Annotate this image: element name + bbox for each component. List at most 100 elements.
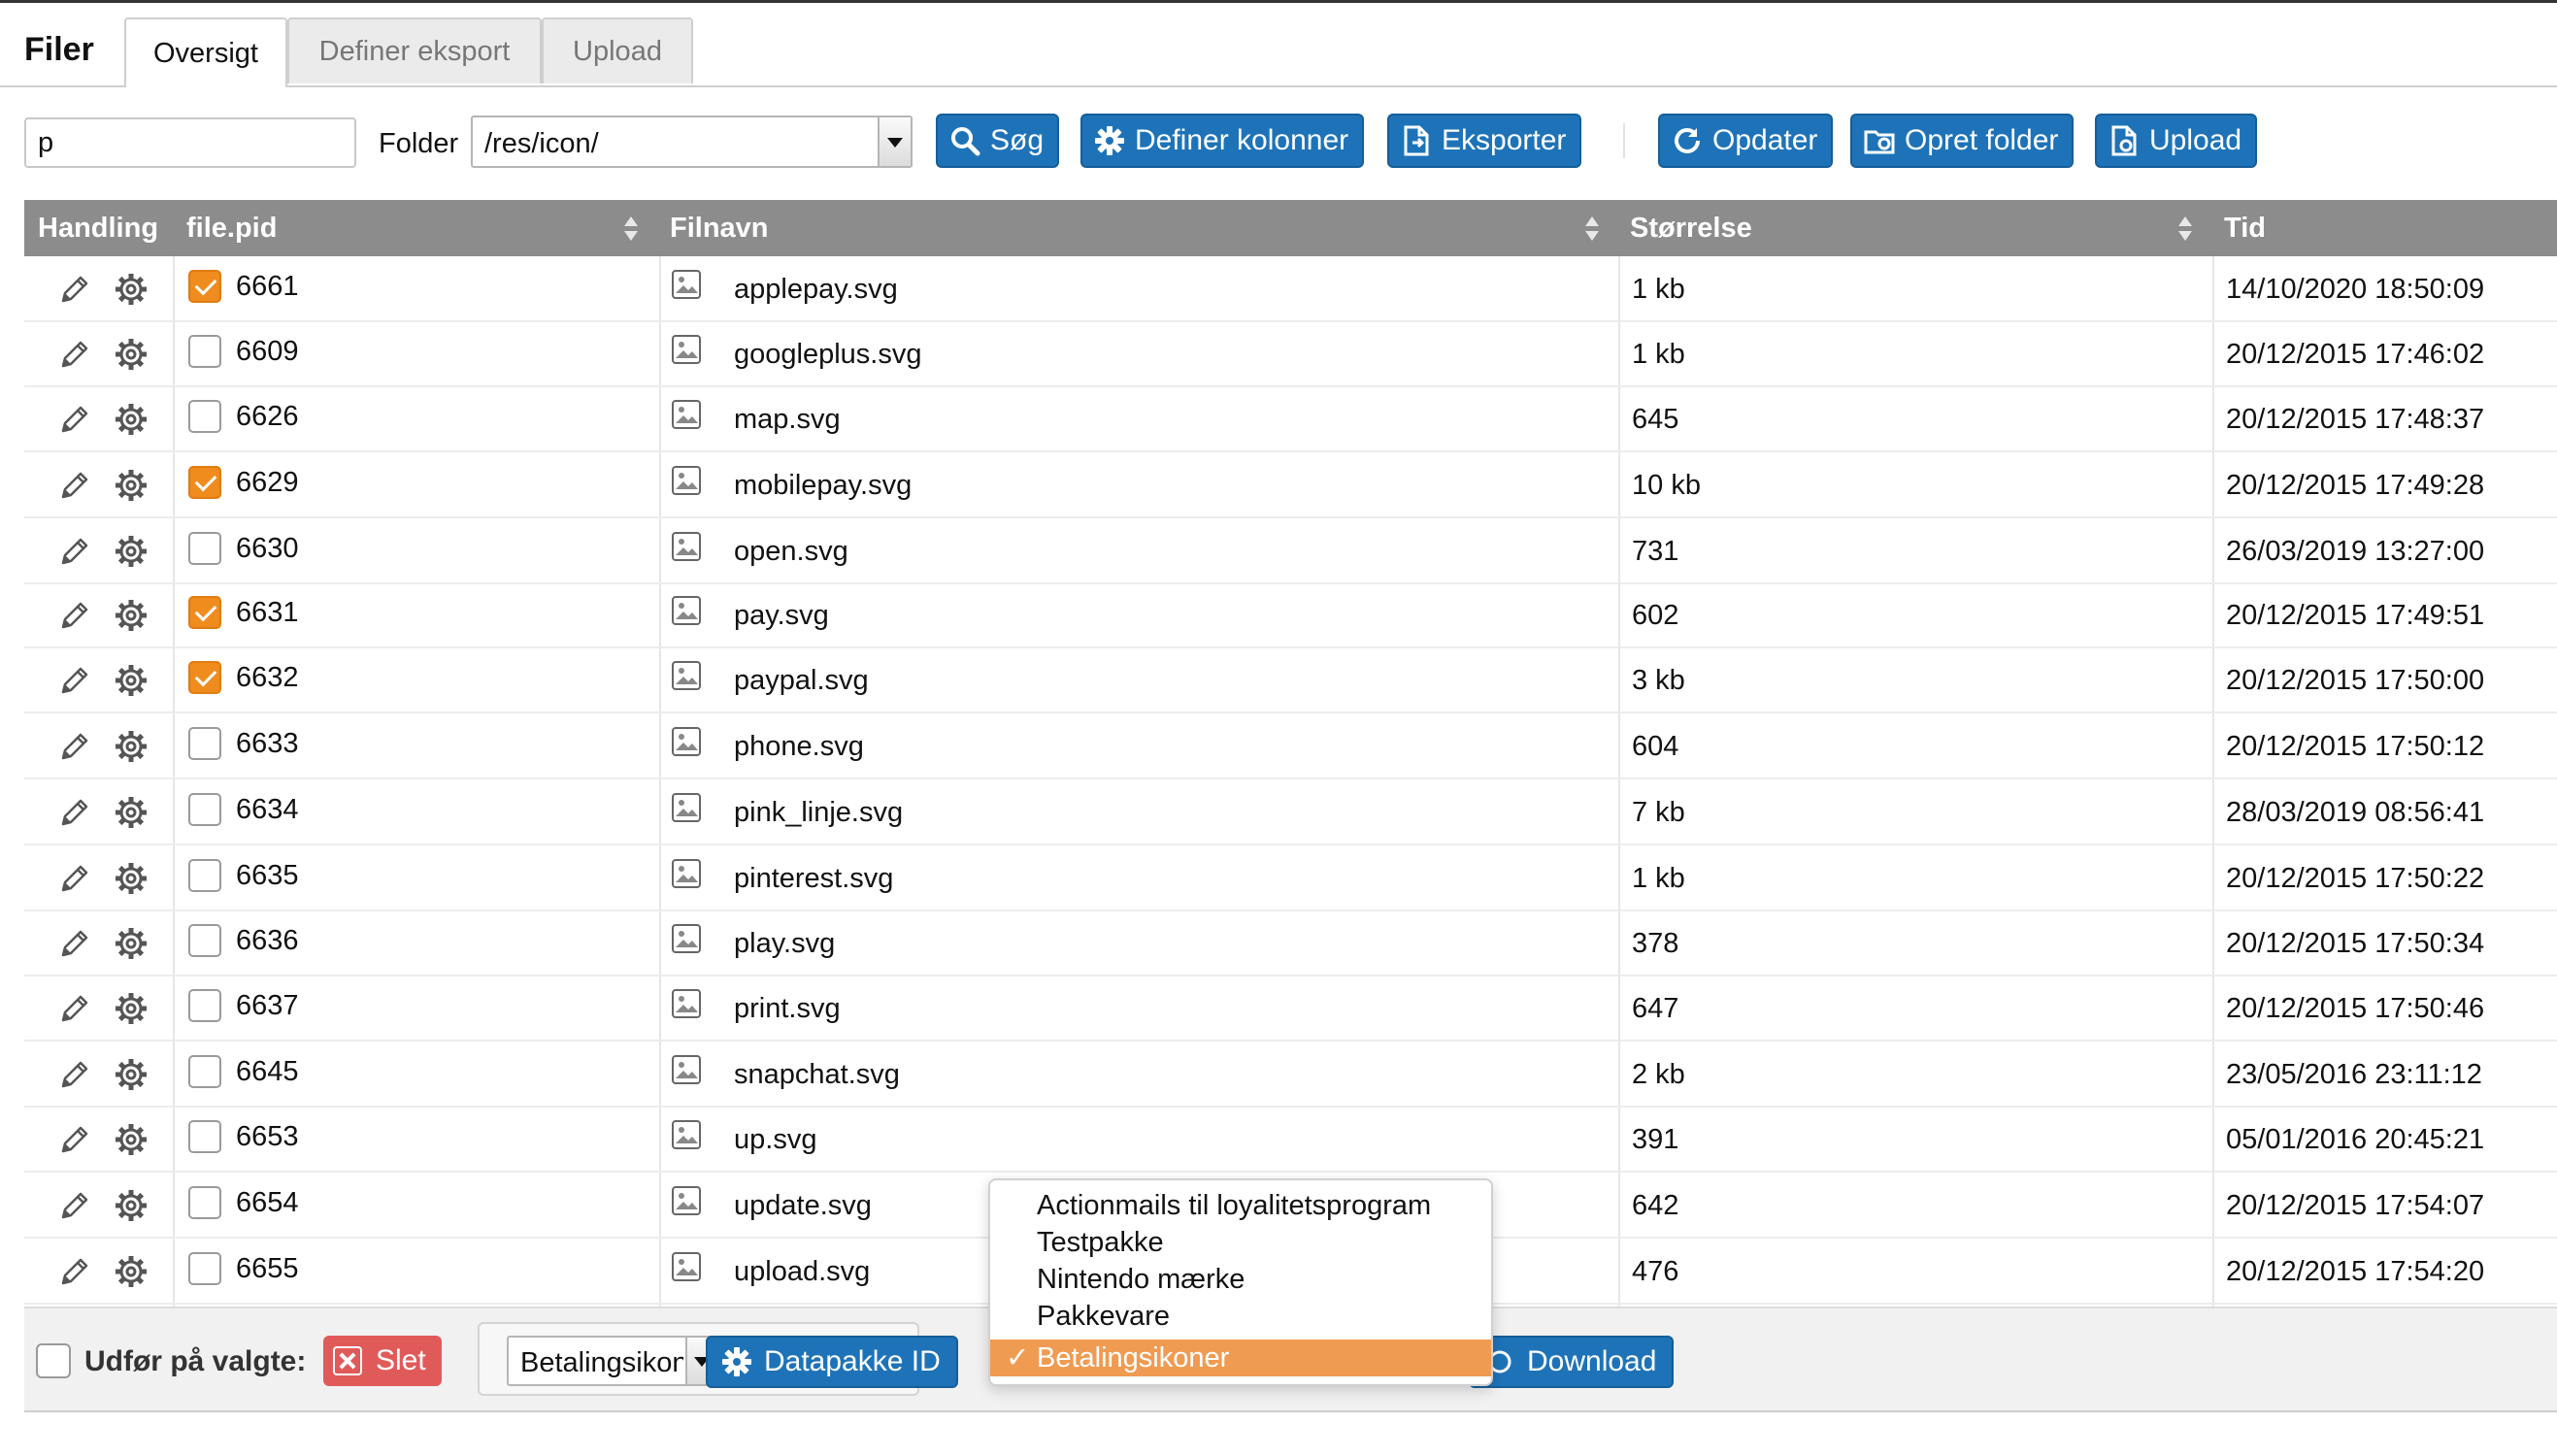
delete-button[interactable]: Slet — [323, 1336, 442, 1386]
pencil-icon[interactable] — [57, 1057, 92, 1092]
file-name[interactable]: pinterest.svg — [734, 863, 893, 895]
dropdown-option[interactable]: Testpakke — [990, 1224, 1491, 1261]
pencil-icon[interactable] — [57, 402, 92, 437]
gear-icon[interactable] — [112, 400, 150, 439]
row-checkbox[interactable] — [188, 1252, 221, 1285]
file-name[interactable]: phone.svg — [734, 731, 864, 763]
pencil-icon[interactable] — [57, 534, 92, 569]
table-row[interactable]: 6609 googleplus.svg 1 kb 20/12/2015 17:46:0… — [24, 321, 2557, 387]
search-input[interactable] — [24, 117, 356, 168]
gear-icon[interactable] — [112, 532, 150, 571]
package-select[interactable]: Betalingsikoner — [507, 1336, 718, 1386]
pencil-icon[interactable] — [57, 337, 92, 372]
column-header-pid[interactable]: file.pid — [186, 200, 277, 256]
row-checkbox[interactable] — [188, 400, 221, 433]
row-checkbox[interactable] — [188, 1186, 221, 1219]
tab-upload[interactable]: Upload — [542, 17, 693, 83]
gear-icon[interactable] — [112, 793, 150, 832]
gear-icon[interactable] — [112, 859, 150, 898]
pencil-icon[interactable] — [57, 272, 92, 307]
upload-button[interactable]: Upload — [2095, 114, 2258, 168]
row-checkbox[interactable] — [188, 270, 221, 303]
gear-icon[interactable] — [112, 924, 150, 963]
export-button[interactable]: Eksporter — [1387, 114, 1582, 168]
row-checkbox[interactable] — [188, 727, 221, 760]
pencil-icon[interactable] — [57, 598, 92, 633]
download-button[interactable]: Download — [1469, 1336, 1675, 1388]
gear-icon[interactable] — [112, 270, 150, 309]
file-name[interactable]: up.svg — [734, 1124, 816, 1156]
search-button[interactable]: Søg — [936, 114, 1060, 168]
tab-oversigt[interactable]: Oversigt — [124, 17, 287, 87]
row-checkbox[interactable] — [188, 1055, 221, 1088]
gear-icon[interactable] — [112, 466, 150, 505]
folder-select[interactable]: /res/icon/ — [471, 116, 913, 168]
file-name[interactable]: googleplus.svg — [734, 339, 921, 371]
gear-icon[interactable] — [112, 1252, 150, 1291]
column-header-time[interactable]: Tid — [2224, 200, 2266, 256]
pencil-icon[interactable] — [57, 861, 92, 896]
pencil-icon[interactable] — [57, 729, 92, 764]
file-name[interactable]: paypal.svg — [734, 665, 869, 697]
gear-icon[interactable] — [112, 727, 150, 766]
gear-icon[interactable] — [112, 661, 150, 700]
row-checkbox[interactable] — [188, 532, 221, 565]
select-all-checkbox[interactable] — [36, 1343, 71, 1378]
row-checkbox[interactable] — [188, 989, 221, 1022]
table-row[interactable]: 6645 snapchat.svg 2 kb 23/05/2016 23:11:12 — [24, 1042, 2557, 1108]
table-row[interactable]: 6633 phone.svg 604 20/12/2015 17:50:12 — [24, 713, 2557, 779]
table-row[interactable]: 6661 applepay.svg 1 kb 14/10/2020 18:50:09 — [24, 256, 2557, 322]
row-checkbox[interactable] — [188, 335, 221, 368]
file-name[interactable]: upload.svg — [734, 1256, 870, 1288]
table-row[interactable]: 6636 play.svg 378 20/12/2015 17:50:34 — [24, 910, 2557, 976]
file-name[interactable]: pink_linje.svg — [734, 797, 903, 829]
gear-icon[interactable] — [112, 1055, 150, 1094]
row-checkbox[interactable] — [188, 793, 221, 826]
sort-icon[interactable] — [624, 216, 638, 242]
file-name[interactable]: open.svg — [734, 536, 848, 568]
sort-icon[interactable] — [1585, 216, 1599, 242]
row-checkbox[interactable] — [188, 596, 221, 629]
table-row[interactable]: 6629 mobilepay.svg 10 kb 20/12/2015 17:49:2… — [24, 452, 2557, 518]
pencil-icon[interactable] — [57, 795, 92, 830]
pencil-icon[interactable] — [57, 1254, 92, 1289]
file-name[interactable]: pay.svg — [734, 600, 829, 632]
table-row[interactable]: 6653 up.svg 391 05/01/2016 20:45:21 — [24, 1107, 2557, 1173]
table-row[interactable]: 6634 pink_linje.svg 7 kb 28/03/2019 08:56:4… — [24, 779, 2557, 845]
pencil-icon[interactable] — [57, 468, 92, 503]
dropdown-option-selected[interactable]: ✓ Betalingsikoner — [990, 1340, 1491, 1376]
pencil-icon[interactable] — [57, 1122, 92, 1157]
table-row[interactable]: 6626 map.svg 645 20/12/2015 17:48:37 — [24, 386, 2557, 452]
dropdown-option[interactable]: Pakkevare — [990, 1298, 1491, 1335]
pencil-icon[interactable] — [57, 663, 92, 698]
file-name[interactable]: snapchat.svg — [734, 1059, 900, 1091]
dropdown-option[interactable]: Actionmails til loyalitetsprogram — [990, 1187, 1491, 1224]
column-header-size[interactable]: Størrelse — [1630, 200, 1752, 256]
file-name[interactable]: play.svg — [734, 928, 835, 960]
gear-icon[interactable] — [112, 1186, 150, 1225]
package-id-button[interactable]: Datapakke ID — [706, 1336, 958, 1388]
gear-icon[interactable] — [112, 596, 150, 635]
file-name[interactable]: applepay.svg — [734, 274, 898, 306]
file-name[interactable]: map.svg — [734, 404, 841, 436]
gear-icon[interactable] — [112, 1120, 150, 1159]
gear-icon[interactable] — [112, 989, 150, 1028]
table-row[interactable]: 6631 pay.svg 602 20/12/2015 17:49:51 — [24, 582, 2557, 648]
pencil-icon[interactable] — [57, 991, 92, 1026]
row-checkbox[interactable] — [188, 661, 221, 694]
dropdown-option[interactable]: Nintendo mærke — [990, 1261, 1491, 1298]
chevron-down-icon[interactable] — [878, 117, 911, 166]
table-row[interactable]: 6635 pinterest.svg 1 kb 20/12/2015 17:50:22 — [24, 845, 2557, 911]
table-row[interactable]: 6630 open.svg 731 26/03/2019 13:27:00 — [24, 518, 2557, 584]
tab-definer-eksport[interactable]: Definer eksport — [287, 17, 542, 83]
pencil-icon[interactable] — [57, 926, 92, 961]
create-folder-button[interactable]: Opret folder — [1850, 114, 2075, 168]
file-name[interactable]: update.svg — [734, 1190, 872, 1222]
row-checkbox[interactable] — [188, 924, 221, 957]
define-columns-button[interactable]: Definer kolonner — [1080, 114, 1365, 168]
table-row[interactable]: 6637 print.svg 647 20/12/2015 17:50:46 — [24, 976, 2557, 1042]
row-checkbox[interactable] — [188, 1120, 221, 1153]
row-checkbox[interactable] — [188, 466, 221, 499]
file-name[interactable]: mobilepay.svg — [734, 470, 912, 502]
gear-icon[interactable] — [112, 335, 150, 374]
